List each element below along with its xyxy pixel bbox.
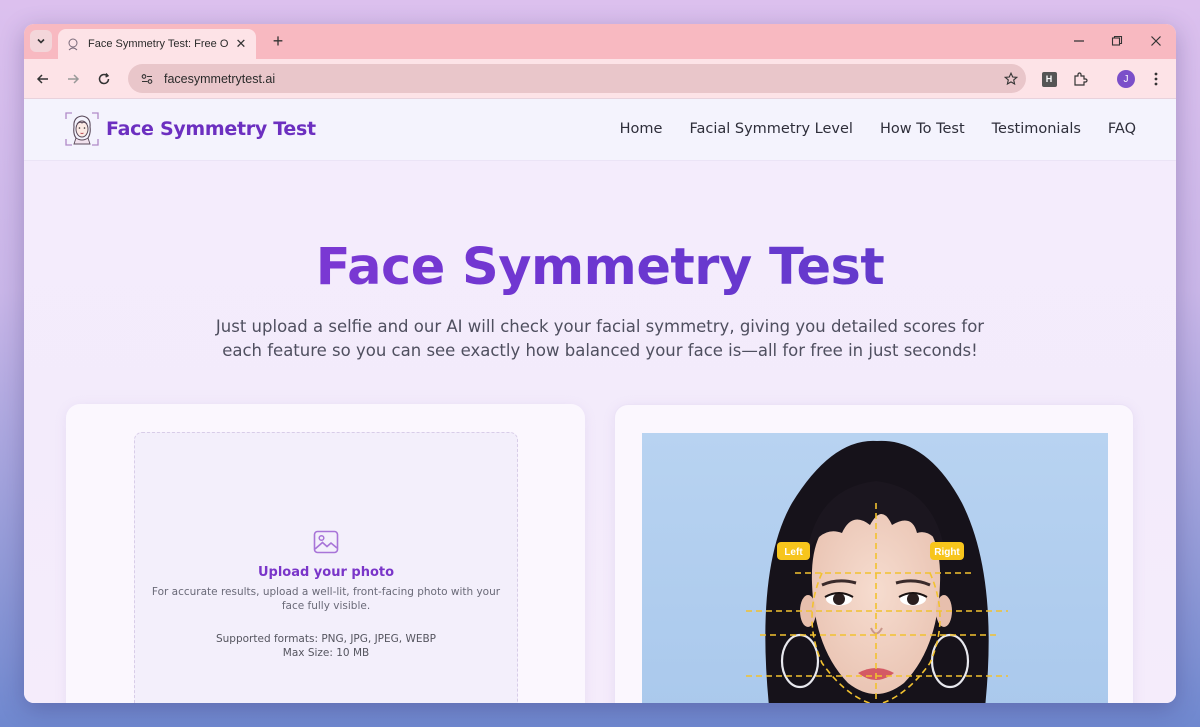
supported-formats: Supported formats: PNG, JPG, JPEG, WEBP: [215, 633, 436, 645]
hero-subtitle: Just upload a selfie and our AI will che…: [215, 317, 985, 360]
nav-faq[interactable]: FAQ: [1108, 121, 1136, 137]
close-tab-icon[interactable]: ✕: [234, 36, 248, 52]
extension-h-icon[interactable]: H: [1039, 69, 1059, 89]
max-size: Max Size: 10 MB: [282, 647, 370, 659]
restore-icon[interactable]: [1107, 32, 1127, 50]
chevron-down-icon: [37, 38, 45, 44]
logo-text: Face Symmetry Test: [106, 118, 316, 140]
minimize-icon[interactable]: [1069, 32, 1089, 50]
main-nav: Home Facial Symmetry Level How To Test T…: [620, 121, 1136, 137]
new-tab-icon[interactable]: +: [267, 30, 289, 52]
browser-tab[interactable]: Face Symmetry Test: Free Online ✕: [58, 29, 256, 59]
site-header: Face Symmetry Test Home Facial Symmetry …: [24, 99, 1176, 161]
upload-dropzone[interactable]: Upload your photo For accurate results, …: [134, 432, 518, 703]
left-label: Left: [784, 547, 803, 558]
bookmark-star-icon[interactable]: [996, 71, 1026, 86]
extensions-puzzle-icon[interactable]: [1070, 69, 1090, 89]
upload-description: For accurate results, upload a well-lit,…: [151, 586, 501, 612]
tab-strip: Face Symmetry Test: Free Online ✕ +: [24, 24, 1176, 59]
face-favicon-icon: [68, 38, 78, 51]
nav-home[interactable]: Home: [620, 121, 663, 137]
back-icon[interactable]: [32, 68, 54, 90]
more-menu-icon[interactable]: [1146, 69, 1166, 89]
tab-search-button[interactable]: [30, 30, 52, 52]
browser-toolbar: facesymmetrytest.ai H J: [24, 59, 1176, 99]
web-page: Face Symmetry Test Home Facial Symmetry …: [24, 99, 1176, 703]
face-logo-icon: [65, 112, 99, 146]
nav-how-to-test[interactable]: How To Test: [880, 121, 965, 137]
hero-title: Face Symmetry Test: [24, 238, 1176, 297]
upload-requirements: Supported formats: PNG, JPG, JPEG, WEBP …: [135, 632, 517, 660]
face-symmetry-illustration: Left Right: [642, 433, 1108, 703]
nav-facial-symmetry-level[interactable]: Facial Symmetry Level: [689, 121, 853, 137]
address-bar[interactable]: facesymmetrytest.ai: [128, 64, 1026, 93]
right-label: Right: [934, 547, 960, 558]
profile-avatar[interactable]: J: [1116, 69, 1136, 89]
sample-result-card: Left Right: [614, 404, 1134, 703]
upload-card: Upload your photo For accurate results, …: [66, 404, 585, 703]
tab-title: Face Symmetry Test: Free Online: [88, 38, 228, 50]
site-logo[interactable]: Face Symmetry Test: [64, 111, 316, 147]
reload-icon[interactable]: [93, 68, 115, 90]
forward-icon[interactable]: [62, 68, 84, 90]
upload-title: Upload your photo: [257, 565, 395, 580]
site-info-icon[interactable]: [138, 70, 156, 88]
nav-testimonials[interactable]: Testimonials: [992, 121, 1081, 137]
image-upload-icon: [313, 530, 339, 554]
browser-window: Face Symmetry Test: Free Online ✕ + fac: [24, 24, 1176, 703]
sample-face-photo: Left Right: [642, 433, 1108, 703]
url-text[interactable]: facesymmetrytest.ai: [164, 72, 996, 86]
close-window-icon[interactable]: [1146, 32, 1166, 50]
